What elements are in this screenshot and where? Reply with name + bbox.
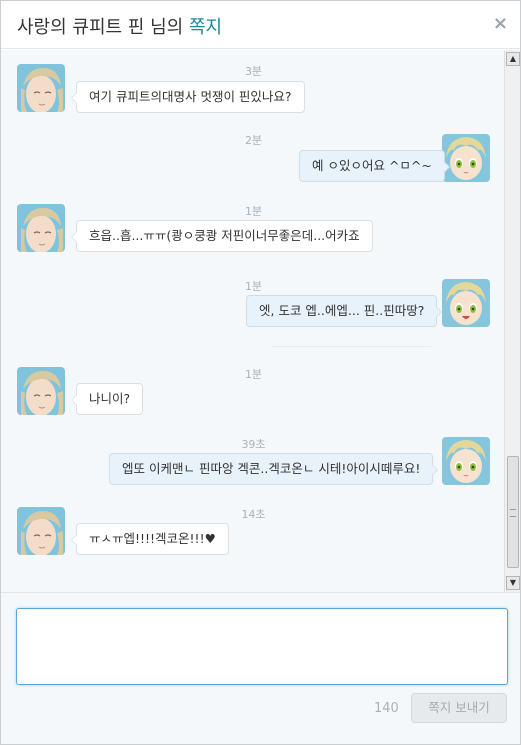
message-bubble-outgoing: 엡또 이케맨ㄴ 핀따앙 겍콘..겍코온ㄴ 시테!아이시떼루요! <box>109 453 439 485</box>
avatar[interactable] <box>17 367 65 415</box>
send-message-button[interactable]: 쪽지 보내기 <box>411 693 507 723</box>
message-bubble-incoming: 나니이? <box>70 383 144 415</box>
message-bubble-incoming: ㅠㅅㅠ엡!!!!겍코온!!!♥ <box>71 523 229 555</box>
avatar[interactable] <box>442 134 490 182</box>
compose-area: 140 쪽지 보내기 <box>1 592 520 744</box>
avatar[interactable] <box>17 507 65 555</box>
message-timestamp: 14초 <box>241 508 266 521</box>
avatar[interactable] <box>17 64 65 112</box>
message-timestamp: 1분 <box>244 368 263 381</box>
message-timestamp: 39초 <box>241 438 266 451</box>
avatar[interactable] <box>442 437 490 485</box>
grip-icon <box>510 509 516 517</box>
scroll-up-icon[interactable]: ▲ <box>506 52 520 66</box>
char-count: 140 <box>374 701 399 716</box>
thread-scrollbar[interactable]: ▲ ▼ <box>504 50 520 592</box>
message-thread[interactable]: 3분 여기 큐피트의대명사 멋쟁이 핀있나요? 2분 예 ㅇ있ㅇ어요 ^ㅁ^~ … <box>1 50 504 592</box>
message-input[interactable] <box>16 608 508 685</box>
title-prefix: 사랑의 큐피트 핀 님의 <box>17 17 189 38</box>
message-timestamp: 1분 <box>244 205 263 218</box>
avatar[interactable] <box>442 279 490 327</box>
dialog-title: 사랑의 큐피트 핀 님의 쪽지 <box>17 13 222 39</box>
message-bubble-outgoing: 예 ㅇ있ㅇ어요 ^ㅁ^~ <box>299 150 450 182</box>
avatar[interactable] <box>17 204 65 252</box>
message-timestamp: 3분 <box>244 65 263 78</box>
message-bubble-outgoing: 엣, 도코 엡..에엡... 핀..핀따땅? <box>246 295 443 327</box>
message-timestamp: 2분 <box>244 134 263 147</box>
message-bubble-incoming: 여기 큐피트의대명사 멋쟁이 핀있나요? <box>71 81 305 113</box>
message-dialog: 사랑의 큐피트 핀 님의 쪽지 × 3분 여기 큐피트의대명사 멋쟁이 핀있나요… <box>0 0 521 745</box>
message-timestamp: 1분 <box>244 280 263 293</box>
message-bubble-incoming: 흐읍..흡...ㅠㅠ(쾅ㅇ쿵쾅 저핀이너무좋은데...어카죠 <box>71 220 373 252</box>
scroll-down-icon[interactable]: ▼ <box>506 576 520 590</box>
scrollbar-thumb[interactable] <box>507 456 519 568</box>
title-accent: 쪽지 <box>188 17 223 38</box>
close-icon[interactable]: × <box>493 13 508 35</box>
dialog-header: 사랑의 큐피트 핀 님의 쪽지 × <box>1 1 520 49</box>
divider <box>271 346 431 347</box>
